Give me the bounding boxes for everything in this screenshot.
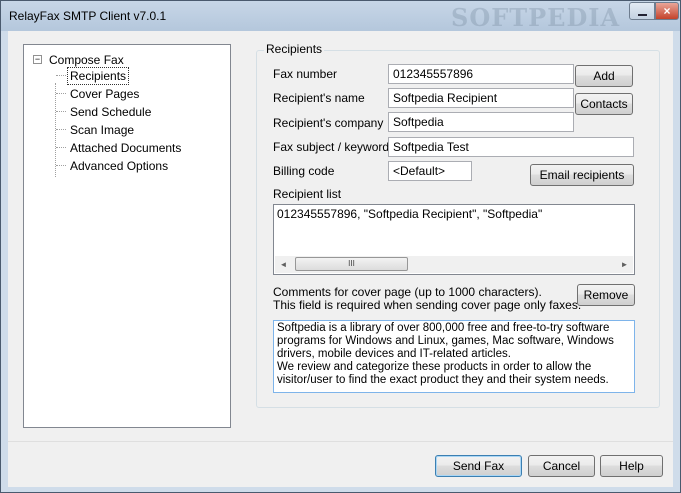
comments-label-line2: This field is required when sending cove… [273, 298, 582, 312]
tree-item-scan-image[interactable]: Scan Image [68, 122, 136, 138]
scroll-left-icon[interactable]: ◄ [275, 256, 292, 273]
tree-connector [56, 165, 66, 166]
contacts-button[interactable]: Contacts [575, 93, 633, 115]
horizontal-scrollbar[interactable]: ◄ III ► [275, 256, 633, 273]
tree-connector [56, 129, 66, 130]
tree-connector [56, 93, 66, 94]
tree-root-label: Compose Fax [49, 53, 124, 67]
minimize-button[interactable] [629, 2, 655, 20]
fax-subject-label: Fax subject / keyword [273, 140, 390, 154]
list-item[interactable]: 012345557896, "Softpedia Recipient", "So… [277, 207, 542, 221]
recipient-company-field[interactable]: Softpedia [388, 112, 574, 132]
recipient-list[interactable]: 012345557896, "Softpedia Recipient", "So… [273, 204, 635, 275]
tree-item-recipients[interactable]: Recipients [67, 67, 130, 85]
title-bar[interactable]: RelayFax SMTP Client v7.0.1 SOFTPEDIA × [1, 1, 680, 32]
fax-number-label: Fax number [273, 67, 338, 81]
tree-item-attached-documents[interactable]: Attached Documents [68, 140, 183, 156]
tree-connector [55, 83, 56, 177]
fax-number-field[interactable]: 012345557896 [388, 64, 574, 84]
navigation-tree[interactable]: − Compose Fax Recipients Cover Pages Sen… [23, 44, 231, 428]
tree-item-send-schedule[interactable]: Send Schedule [68, 104, 153, 120]
collapse-icon[interactable]: − [33, 55, 42, 64]
billing-code-field[interactable]: <Default> [388, 161, 472, 181]
cover-page-comments-textarea[interactable]: Softpedia is a library of over 800,000 f… [273, 320, 635, 393]
tree-item-cover-pages[interactable]: Cover Pages [68, 86, 141, 102]
scroll-right-icon[interactable]: ► [616, 256, 633, 273]
recipients-group-label: Recipients [264, 42, 325, 56]
tree-connector [56, 111, 66, 112]
fax-subject-field[interactable]: Softpedia Test [388, 137, 634, 157]
tree-connector [56, 147, 66, 148]
watermark-logo: SOFTPEDIA [451, 3, 621, 32]
recipient-company-label: Recipient's company [273, 116, 384, 130]
comments-label-line1: Comments for cover page (up to 1000 char… [273, 285, 542, 299]
remove-button[interactable]: Remove [577, 284, 635, 306]
tree-item-advanced-options[interactable]: Advanced Options [68, 158, 170, 174]
billing-code-label: Billing code [273, 164, 335, 178]
recipient-name-label: Recipient's name [273, 91, 365, 105]
app-window: RelayFax SMTP Client v7.0.1 SOFTPEDIA × … [0, 0, 681, 493]
minimize-icon [638, 14, 647, 16]
email-recipients-button[interactable]: Email recipients [530, 164, 634, 186]
cancel-button[interactable]: Cancel [528, 455, 595, 477]
window-title: RelayFax SMTP Client v7.0.1 [9, 9, 167, 23]
help-button[interactable]: Help [600, 455, 663, 477]
tree-connector [56, 75, 66, 76]
footer-divider [8, 441, 673, 442]
scrollbar-thumb[interactable]: III [295, 257, 408, 271]
add-button[interactable]: Add [575, 65, 633, 87]
recipient-list-label: Recipient list [273, 187, 342, 201]
client-area: − Compose Fax Recipients Cover Pages Sen… [8, 31, 673, 487]
recipient-name-field[interactable]: Softpedia Recipient [388, 88, 574, 108]
close-button[interactable]: × [655, 2, 679, 20]
close-icon: × [663, 4, 671, 18]
send-fax-button[interactable]: Send Fax [435, 455, 522, 477]
